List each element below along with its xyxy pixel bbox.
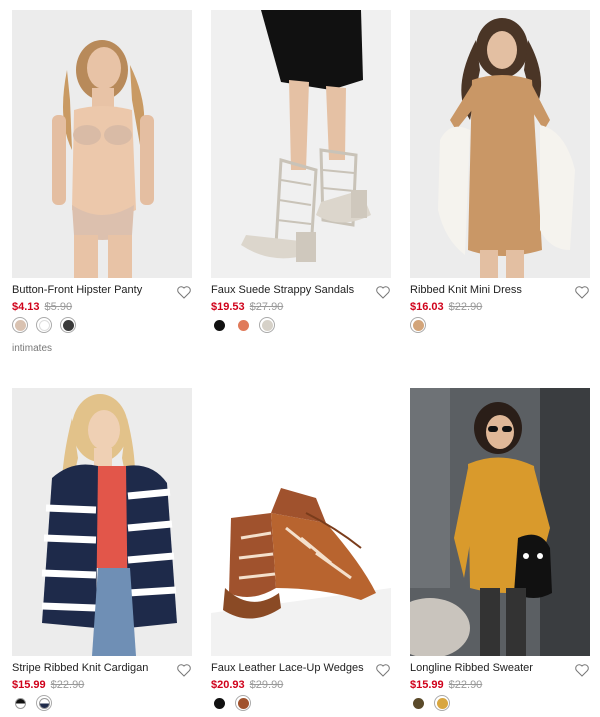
color-swatch[interactable] — [259, 317, 275, 333]
price-row: $4.13 $5.90 — [12, 301, 72, 313]
original-price: $5.90 — [44, 301, 73, 313]
heart-icon[interactable] — [375, 284, 391, 300]
color-swatches — [410, 695, 450, 711]
original-price: $22.90 — [448, 679, 483, 691]
price-row: $19.53 $27.90 — [211, 301, 283, 313]
original-price: $27.90 — [249, 301, 284, 313]
sale-price: $20.93 — [211, 679, 245, 691]
color-swatch[interactable] — [36, 695, 52, 711]
category-tag[interactable]: intimates — [12, 343, 52, 354]
product-photo-cardigan — [12, 388, 192, 656]
price-row: $20.93 $29.90 — [211, 679, 283, 691]
heart-icon[interactable] — [176, 662, 192, 678]
color-swatches — [211, 317, 275, 333]
product-image[interactable] — [211, 10, 391, 278]
heart-icon[interactable] — [375, 662, 391, 678]
product-photo-panty — [12, 10, 192, 278]
heart-icon[interactable] — [176, 284, 192, 300]
color-swatch[interactable] — [410, 317, 426, 333]
sale-price: $19.53 — [211, 301, 245, 313]
product-photo-sandals — [211, 10, 391, 278]
product-name[interactable]: Longline Ribbed Sweater — [410, 662, 533, 674]
color-swatch[interactable] — [211, 317, 227, 333]
color-swatch[interactable] — [36, 317, 52, 333]
product-name[interactable]: Stripe Ribbed Knit Cardigan — [12, 662, 148, 674]
sale-price: $16.03 — [410, 301, 444, 313]
product-name[interactable]: Faux Leather Lace-Up Wedges — [211, 662, 364, 674]
heart-icon[interactable] — [574, 662, 590, 678]
color-swatch[interactable] — [235, 317, 251, 333]
heart-icon[interactable] — [574, 284, 590, 300]
sale-price: $15.99 — [12, 679, 46, 691]
product-image[interactable] — [12, 388, 192, 656]
product-photo-sweater — [410, 388, 590, 656]
product-image[interactable] — [410, 10, 590, 278]
color-swatch[interactable] — [211, 695, 227, 711]
price-row: $16.03 $22.90 — [410, 301, 482, 313]
color-swatches — [12, 695, 52, 711]
color-swatch[interactable] — [60, 317, 76, 333]
original-price: $22.90 — [50, 679, 85, 691]
price-row: $15.99 $22.90 — [410, 679, 482, 691]
color-swatch[interactable] — [235, 695, 251, 711]
color-swatch[interactable] — [12, 317, 28, 333]
original-price: $29.90 — [249, 679, 284, 691]
product-image[interactable] — [211, 388, 391, 656]
product-name[interactable]: Faux Suede Strappy Sandals — [211, 284, 354, 296]
color-swatch[interactable] — [410, 695, 426, 711]
sale-price: $4.13 — [12, 301, 40, 313]
product-photo-dress — [410, 10, 590, 278]
color-swatch[interactable] — [12, 695, 28, 711]
product-photo-wedges — [211, 388, 391, 656]
product-name[interactable]: Button-Front Hipster Panty — [12, 284, 142, 296]
product-image[interactable] — [410, 388, 590, 656]
sale-price: $15.99 — [410, 679, 444, 691]
color-swatch[interactable] — [434, 695, 450, 711]
product-image[interactable] — [12, 10, 192, 278]
color-swatches — [211, 695, 251, 711]
price-row: $15.99 $22.90 — [12, 679, 84, 691]
color-swatches — [12, 317, 76, 333]
product-name[interactable]: Ribbed Knit Mini Dress — [410, 284, 522, 296]
original-price: $22.90 — [448, 301, 483, 313]
color-swatches — [410, 317, 426, 333]
